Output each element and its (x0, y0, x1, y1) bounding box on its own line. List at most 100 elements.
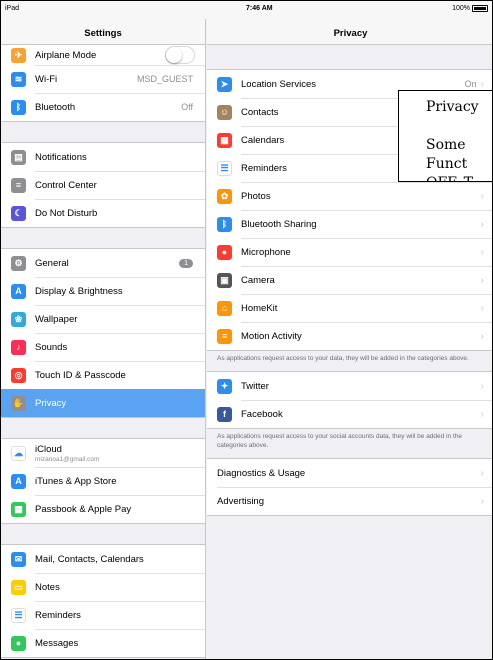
sidebar-item-label: Messages (35, 637, 79, 649)
privacy-footnote: As applications request access to your s… (217, 433, 462, 449)
settings-group: ▤ Notifications ≡ Control Center ☾ Do Not Dis… (1, 142, 205, 228)
settings-title: Settings (1, 19, 205, 45)
battery-indicator: 100% (452, 5, 488, 12)
twitter-icon: ✦ (217, 378, 232, 394)
chevron-right-icon: › (480, 274, 484, 286)
sidebar-item-value: Off (181, 102, 193, 112)
privacy-item-label: Location Services (241, 78, 316, 90)
annotation-callout: Privacy SomeFunctOFF. TServic (398, 90, 492, 182)
settings-group: ✉ Mail, Contacts, Calendars ▭ Notes ☰ Reminde… (1, 544, 205, 658)
privacy-item-diagnostics-usage[interactable]: Diagnostics & Usage › (207, 459, 492, 487)
sidebar-item-label: Notes (35, 581, 60, 593)
sidebar-item-label: Touch ID & Passcode (35, 369, 126, 381)
privacy-footnote: As applications request access to your d… (217, 355, 469, 362)
bluetooth-icon: ᛒ (11, 99, 26, 115)
privacy-item-label: Facebook (241, 408, 283, 420)
sidebar-item-messages[interactable]: ● Messages (1, 629, 205, 657)
sidebar-item-label: Bluetooth (35, 101, 76, 113)
privacy-item-twitter[interactable]: ✦ Twitter › (207, 372, 492, 400)
sidebar-item-passbook-apple-pay[interactable]: ▦ Passbook & Apple Pay (1, 495, 205, 523)
sidebar-item-display-brightness[interactable]: A Display & Brightness (1, 277, 205, 305)
sidebar-item-general[interactable]: ⚙ General 1 (1, 249, 205, 277)
privacy-item-motion-activity[interactable]: ≡ Motion Activity › (207, 322, 492, 350)
account-email: mizanoa1@gmail.com (35, 455, 100, 463)
chevron-right-icon: › (480, 330, 484, 342)
sidebar-item-label: Reminders (35, 609, 81, 621)
sidebar-item-label: Sounds (35, 341, 68, 353)
privacy-item-camera[interactable]: ▣ Camera › (207, 266, 492, 294)
sidebar-item-itunes-app-store[interactable]: AiTunes & App Store (1, 467, 205, 495)
reminders-icon: ☰ (217, 160, 232, 176)
privacy-item-advertising[interactable]: Advertising › (207, 487, 492, 515)
privacy-item-label: Bluetooth Sharing (241, 218, 317, 230)
privacy-item-label: Diagnostics & Usage (217, 467, 306, 479)
microphone-icon: ● (217, 244, 232, 260)
sidebar-item-bluetooth[interactable]: ᛒ Bluetooth Off (1, 93, 205, 121)
callout-line: Some (426, 137, 466, 153)
cloud-icon: ☁ (11, 445, 26, 461)
privacy-title: Privacy (207, 19, 492, 45)
sidebar-item-privacy[interactable]: ✋ Privacy (1, 389, 205, 417)
calendar-icon: ▦ (217, 132, 232, 148)
sidebar-item-sounds[interactable]: ♪ Sounds (1, 333, 205, 361)
privacy-footnote (207, 516, 492, 530)
clock: 7:46 AM (246, 5, 273, 12)
sounds-icon: ♪ (11, 339, 26, 355)
sidebar-item-control-center[interactable]: ≡ Control Center (1, 171, 205, 199)
passbook-icon: ▦ (11, 501, 26, 517)
privacy-item-homekit[interactable]: ⌂ HomeKit › (207, 294, 492, 322)
privacy-item-bluetooth-sharing[interactable]: ᛒ Bluetooth Sharing › (207, 210, 492, 238)
privacy-group: ✦ Twitter › f Facebook › (207, 371, 492, 430)
sidebar-item-label: Privacy (35, 397, 67, 409)
privacy-item-label: Advertising (217, 495, 264, 507)
privacy-item-microphone[interactable]: ● Microphone › (207, 238, 492, 266)
chevron-right-icon: › (480, 78, 484, 90)
sidebar-item-label: Airplane Mode (35, 49, 97, 61)
photos-icon: ✿ (217, 188, 232, 204)
chevron-right-icon: › (480, 302, 484, 314)
privacy-group: Diagnostics & Usage › Advertising › (207, 458, 492, 517)
sidebar-item-label: Passbook & Apple Pay (35, 503, 132, 515)
airplane-mode-toggle[interactable] (165, 46, 195, 64)
sidebar-item-label: iTunes & App Store (35, 475, 117, 487)
location-icon: ➤ (217, 76, 232, 92)
sidebar-item-label: Wallpaper (35, 313, 78, 325)
privacy-item-photos[interactable]: ✿ Photos › (207, 182, 492, 210)
app-store-icon: A (11, 473, 26, 489)
screenshot-frame: iPad 7:46 AM 100% Settings ✈ Airplane Mod… (0, 0, 493, 660)
sidebar-item-wallpaper[interactable]: ❀ Wallpaper (1, 305, 205, 333)
notes-icon: ▭ (11, 579, 26, 595)
sidebar-item-label: Display & Brightness (35, 285, 123, 297)
carrier-label: iPad (5, 5, 20, 12)
chevron-right-icon: › (480, 218, 484, 230)
sidebar-item-notes[interactable]: ▭ Notes (1, 573, 205, 601)
facebook-icon: f (217, 406, 232, 422)
sidebar-item-do-not-disturb[interactable]: ☾ Do Not Disturb (1, 199, 205, 227)
chevron-right-icon: › (480, 246, 484, 258)
settings-group: ☁ iCloud mizanoa1@gmail.com AiTunes & App S… (1, 438, 205, 524)
sidebar-item-airplane-mode[interactable]: ✈ Airplane Mode (1, 45, 205, 65)
sidebar-item-label: Mail, Contacts, Calendars (35, 553, 144, 565)
sidebar-item-label: iCloud mizanoa1@gmail.com (35, 444, 205, 463)
location-status: On (464, 79, 477, 89)
sidebar-item-touch-id-passcode[interactable]: ◎ Touch ID & Passcode (1, 361, 205, 389)
airplane-icon: ✈ (11, 47, 26, 63)
wifi-icon: ≋ (11, 71, 26, 87)
sidebar-item-wi-fi[interactable]: ≋ Wi-Fi MSD_GUEST (1, 65, 205, 93)
sidebar-item-mail-contacts-calendars[interactable]: ✉ Mail, Contacts, Calendars (1, 545, 205, 573)
hand-icon: ✋ (11, 395, 26, 411)
callout-line (426, 117, 492, 136)
callout-line: OFF. T (426, 174, 492, 181)
privacy-item-facebook[interactable]: f Facebook › (207, 400, 492, 428)
settings-sidebar: Settings ✈ Airplane Mode ≋ Wi-Fi MSD_GUEST ᛒ B… (1, 19, 206, 659)
sidebar-item-icloud[interactable]: ☁ iCloud mizanoa1@gmail.com (1, 439, 205, 467)
sidebar-item-notifications[interactable]: ▤ Notifications (1, 143, 205, 171)
privacy-item-label: Photos (241, 190, 271, 202)
settings-group: ✈ Airplane Mode ≋ Wi-Fi MSD_GUEST ᛒ Bluetooth O… (1, 45, 205, 122)
privacy-item-label: Motion Activity (241, 330, 302, 342)
sidebar-item-reminders[interactable]: ☰ Reminders (1, 601, 205, 629)
chevron-right-icon: › (480, 380, 484, 392)
